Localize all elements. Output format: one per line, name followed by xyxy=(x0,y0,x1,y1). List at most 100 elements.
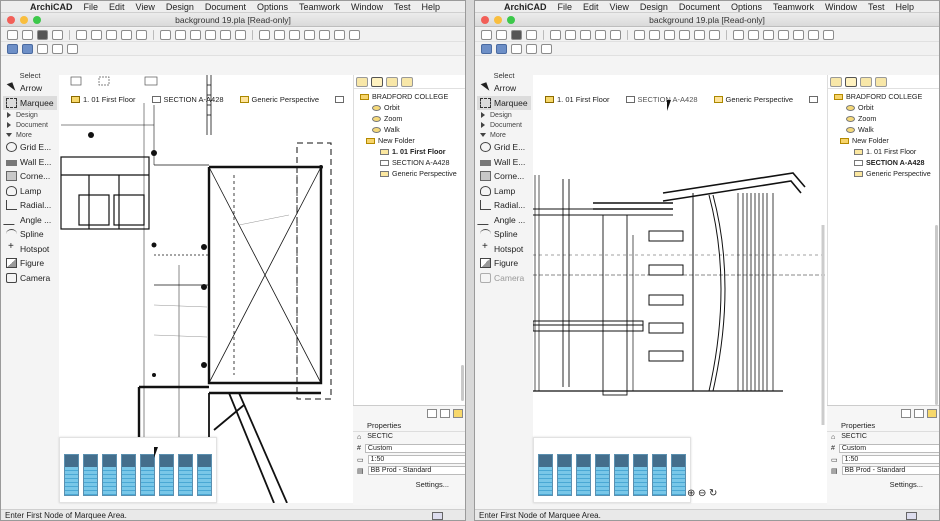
save-icon[interactable] xyxy=(37,29,48,40)
tab-perspective[interactable]: Generic Perspective xyxy=(713,95,793,104)
section-view-icon[interactable] xyxy=(37,43,48,54)
tool-radial-dimension[interactable]: Radial... xyxy=(477,198,531,213)
status-icon[interactable] xyxy=(906,512,917,520)
tool-lamp[interactable]: Lamp xyxy=(477,184,531,199)
menu-window[interactable]: Window xyxy=(825,2,857,12)
menu-document[interactable]: Document xyxy=(679,2,720,12)
menu-test[interactable]: Test xyxy=(394,2,411,12)
nav-item-first-floor[interactable]: 1. 01 First Floor xyxy=(840,146,939,157)
tool-group-more[interactable]: More xyxy=(3,130,57,140)
tool-marquee[interactable]: Marquee xyxy=(477,95,531,110)
menu-view[interactable]: View xyxy=(610,2,629,12)
menu-file[interactable]: File xyxy=(558,2,573,12)
tool-group-design[interactable]: Design xyxy=(477,110,531,120)
clone-folder-icon[interactable] xyxy=(901,408,911,418)
nav-item-perspective[interactable]: Generic Perspective xyxy=(366,168,465,179)
layout-book-tab[interactable] xyxy=(860,76,872,87)
layer-combination-field[interactable]: BB Prod - Standard xyxy=(841,466,939,475)
zoom-window-button[interactable] xyxy=(507,16,515,24)
nav-project-root[interactable]: BRADFORD COLLEGE xyxy=(834,91,939,102)
tool-wall-end[interactable]: Wall E... xyxy=(477,155,531,170)
inject-icon[interactable] xyxy=(175,29,186,40)
pick-up-icon[interactable] xyxy=(634,29,645,40)
publisher-tab[interactable] xyxy=(401,76,413,87)
zoom-in-icon[interactable]: ⊕ xyxy=(687,488,697,499)
menu-help[interactable]: Help xyxy=(422,2,441,12)
scale-field[interactable]: 1:50 xyxy=(367,455,465,464)
tool-marquee[interactable]: Marquee xyxy=(3,95,57,110)
pick-up-icon[interactable] xyxy=(160,29,171,40)
menu-options[interactable]: Options xyxy=(257,2,288,12)
minimize-window-button[interactable] xyxy=(20,16,28,24)
cut-icon[interactable] xyxy=(76,29,87,40)
tool-radial-dimension[interactable]: Radial... xyxy=(3,198,57,213)
group-icon[interactable] xyxy=(733,29,744,40)
tool-grid-element[interactable]: Grid E... xyxy=(3,140,57,155)
split-icon[interactable] xyxy=(349,29,360,40)
tool-hotspot[interactable]: Hotspot xyxy=(477,241,531,257)
properties-title[interactable]: Properties xyxy=(827,420,939,432)
layout-book-tab[interactable] xyxy=(386,76,398,87)
menu-design[interactable]: Design xyxy=(166,2,194,12)
tool-group-design[interactable]: Design xyxy=(3,110,57,120)
fit-window-icon[interactable]: ↻ xyxy=(709,488,719,499)
menu-teamwork[interactable]: Teamwork xyxy=(299,2,340,12)
tool-group-document[interactable]: Document xyxy=(3,120,57,130)
menu-view[interactable]: View xyxy=(136,2,155,12)
pen-icon[interactable] xyxy=(220,29,231,40)
tab-section[interactable]: SECTION A-A428 xyxy=(625,95,698,104)
new-folder-icon[interactable] xyxy=(440,408,450,418)
publisher-tab[interactable] xyxy=(875,76,887,87)
tab-section[interactable]: SECTION A-A428 xyxy=(151,95,224,104)
new-folder-icon[interactable] xyxy=(914,408,924,418)
pen-icon[interactable] xyxy=(694,29,705,40)
nav-project-root[interactable]: BRADFORD COLLEGE xyxy=(360,91,465,102)
tool-angle-dimension[interactable]: Angle ... xyxy=(477,213,531,228)
bring-forward-icon[interactable] xyxy=(763,29,774,40)
nav-item-zoom[interactable]: Zoom xyxy=(366,113,465,124)
menu-design[interactable]: Design xyxy=(640,2,668,12)
nav-item-walk[interactable]: Walk xyxy=(366,124,465,135)
property-value-field[interactable]: Custom xyxy=(838,444,939,453)
settings-button[interactable]: Settings... xyxy=(353,480,465,489)
floor-plan-view-icon[interactable] xyxy=(481,43,492,54)
print-icon[interactable] xyxy=(52,29,63,40)
paste-icon[interactable] xyxy=(106,29,117,40)
copy-icon[interactable] xyxy=(91,29,102,40)
redo-icon[interactable] xyxy=(136,29,147,40)
view-map-tab[interactable] xyxy=(371,76,383,87)
project-map-tab[interactable] xyxy=(830,76,842,87)
zoom-out-icon[interactable]: ⊖ xyxy=(698,488,708,499)
menu-file[interactable]: File xyxy=(84,2,99,12)
print-icon[interactable] xyxy=(526,29,537,40)
menu-options[interactable]: Options xyxy=(731,2,762,12)
elevation-view-icon[interactable] xyxy=(526,43,537,54)
menu-teamwork[interactable]: Teamwork xyxy=(773,2,814,12)
section-view-icon[interactable] xyxy=(511,43,522,54)
status-icon[interactable] xyxy=(432,512,443,520)
navigator-scrollbar[interactable] xyxy=(935,225,938,405)
delete-icon[interactable] xyxy=(319,29,330,40)
tool-group-document[interactable]: Document xyxy=(477,120,531,130)
tool-lamp[interactable]: Lamp xyxy=(3,184,57,199)
tool-spline[interactable]: Spline xyxy=(3,227,57,242)
clone-folder-icon[interactable] xyxy=(427,408,437,418)
tool-angle-dimension[interactable]: Angle ... xyxy=(3,213,57,228)
tool-corner-window[interactable]: Corne... xyxy=(477,169,531,184)
delete-icon[interactable] xyxy=(793,29,804,40)
tool-arrow[interactable]: Arrow xyxy=(3,81,57,96)
fill-icon[interactable] xyxy=(235,29,246,40)
tool-camera[interactable]: Camera xyxy=(477,271,531,286)
menu-help[interactable]: Help xyxy=(896,2,915,12)
nav-item-section[interactable]: SECTION A-A428 xyxy=(366,157,465,168)
view-map-tab[interactable] xyxy=(845,76,857,87)
tab-first-floor[interactable]: 1. 01 First Floor xyxy=(545,95,610,104)
close-window-button[interactable] xyxy=(7,16,15,24)
zoom-window-button[interactable] xyxy=(33,16,41,24)
paste-icon[interactable] xyxy=(580,29,591,40)
elevation-view-icon[interactable] xyxy=(52,43,63,54)
redo-icon[interactable] xyxy=(610,29,621,40)
menu-document[interactable]: Document xyxy=(205,2,246,12)
nav-item-new-folder[interactable]: New Folder xyxy=(840,135,939,146)
undo-icon[interactable] xyxy=(595,29,606,40)
